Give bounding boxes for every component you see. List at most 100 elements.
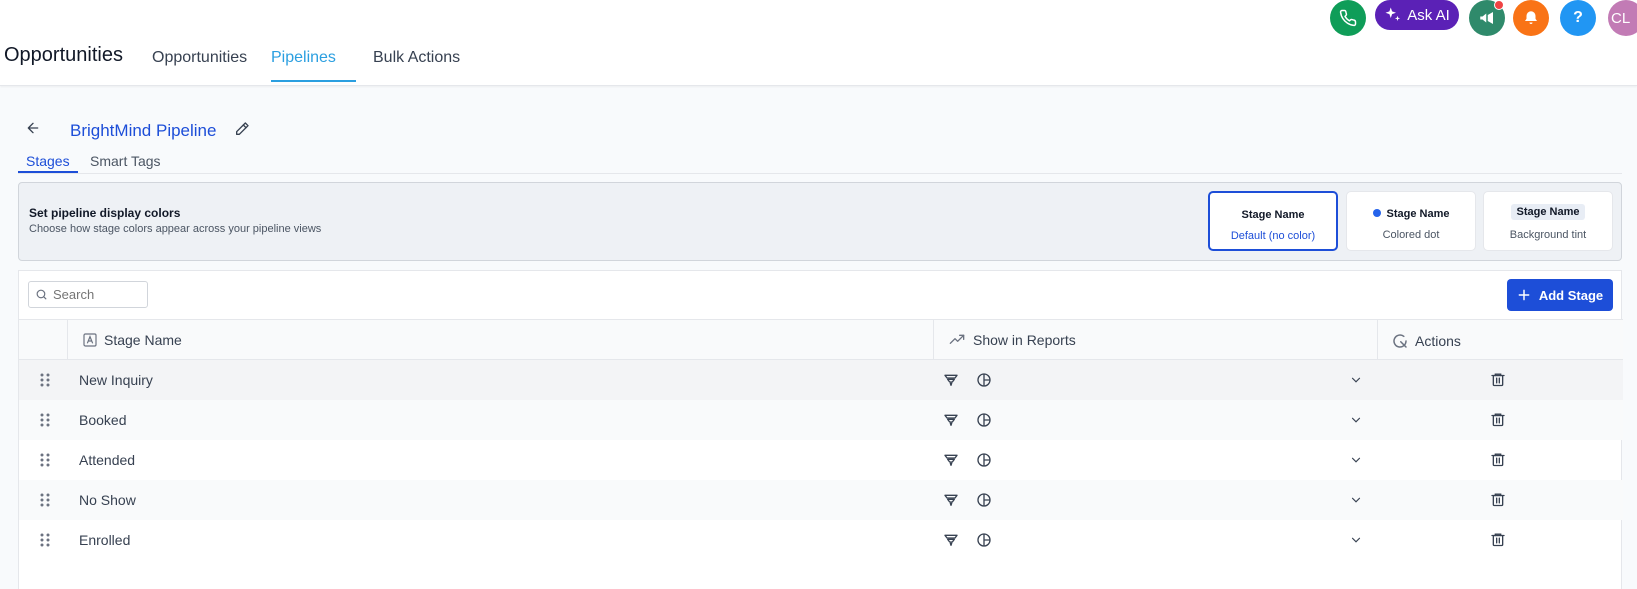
chevron-down-icon[interactable] xyxy=(1349,533,1363,552)
option-stage-name-row: Stage Name xyxy=(1484,204,1612,220)
trash-icon xyxy=(1491,413,1505,427)
funnel-report-icon[interactable] xyxy=(943,452,959,473)
stage-name[interactable]: New Inquiry xyxy=(79,372,153,388)
drag-handle-icon[interactable] xyxy=(40,453,50,472)
add-stage-label: Add Stage xyxy=(1538,287,1604,303)
tab-pipelines[interactable]: Pipelines xyxy=(271,49,336,67)
subtab-smart-tags[interactable]: Smart Tags xyxy=(90,153,161,169)
active-tab-indicator xyxy=(271,80,356,82)
avatar[interactable]: CL xyxy=(1608,0,1637,36)
column-label: Stage Name xyxy=(104,332,182,348)
subtab-divider xyxy=(18,173,1622,174)
megaphone-icon xyxy=(1480,12,1493,24)
delete-stage-button[interactable] xyxy=(1490,491,1506,513)
pie-report-icon[interactable] xyxy=(976,412,992,433)
trash-icon xyxy=(1491,533,1505,547)
column-divider xyxy=(1377,320,1378,361)
delete-stage-button[interactable] xyxy=(1490,451,1506,473)
column-divider xyxy=(933,320,934,361)
table-row: No Show xyxy=(19,480,1623,520)
back-button[interactable] xyxy=(25,120,41,141)
page-title: Opportunities xyxy=(4,44,123,66)
phone-button[interactable] xyxy=(1330,0,1366,36)
chevron-down-icon[interactable] xyxy=(1349,373,1363,392)
stage-name[interactable]: No Show xyxy=(79,492,136,508)
search-input[interactable] xyxy=(53,287,138,302)
delete-stage-button[interactable] xyxy=(1490,411,1506,433)
edit-pipeline-button[interactable] xyxy=(234,121,250,142)
add-stage-button[interactable]: Add Stage xyxy=(1507,279,1613,311)
column-show-in-reports[interactable]: Show in Reports xyxy=(947,332,1076,348)
drag-handle-icon[interactable] xyxy=(40,413,50,432)
chevron-down-icon[interactable] xyxy=(1349,493,1363,512)
trending-up-icon xyxy=(949,334,965,344)
search-icon xyxy=(36,289,47,300)
table-row: Enrolled xyxy=(19,520,1623,560)
help-icon: ? xyxy=(1573,9,1583,26)
pipeline-title: BrightMind Pipeline xyxy=(70,121,217,140)
funnel-report-icon[interactable] xyxy=(943,532,959,553)
option-stage-name: Stage Name xyxy=(1386,208,1450,220)
delete-stage-button[interactable] xyxy=(1490,371,1506,393)
active-subtab-indicator xyxy=(18,171,78,173)
trash-icon xyxy=(1491,373,1505,387)
option-stage-name: Stage Name xyxy=(1510,204,1586,220)
trash-icon xyxy=(1491,453,1505,467)
pie-report-icon[interactable] xyxy=(976,532,992,553)
column-stage-name[interactable]: Stage Name xyxy=(82,332,182,348)
table-row: Booked xyxy=(19,400,1623,440)
color-option-dot[interactable]: Stage Name Colored dot xyxy=(1346,191,1476,251)
chevron-down-icon[interactable] xyxy=(1349,453,1363,472)
table-row: Attended xyxy=(19,440,1623,480)
avatar-initials: CL xyxy=(1611,9,1631,27)
notification-dot xyxy=(1494,0,1504,10)
display-colors-panel: Set pipeline display colors Choose how s… xyxy=(18,182,1622,261)
option-label: Default (no color) xyxy=(1230,230,1316,242)
ask-ai-button[interactable]: Ask AI xyxy=(1375,0,1459,30)
funnel-report-icon[interactable] xyxy=(943,412,959,433)
tab-bulk-actions[interactable]: Bulk Actions xyxy=(373,49,460,67)
option-label: Background tint xyxy=(1509,229,1587,241)
pie-report-icon[interactable] xyxy=(976,492,992,513)
tab-opportunities[interactable]: Opportunities xyxy=(152,49,247,67)
column-label: Show in Reports xyxy=(973,332,1076,348)
pie-report-icon[interactable] xyxy=(976,372,992,393)
sparkle-icon xyxy=(1385,7,1401,21)
text-field-icon xyxy=(83,333,97,347)
table-header: Stage Name Show in Reports Actions xyxy=(19,319,1623,361)
stage-name[interactable]: Booked xyxy=(79,412,126,428)
option-stage-name: Stage Name xyxy=(1241,209,1305,221)
actions-icon xyxy=(1393,334,1407,348)
stage-name[interactable]: Enrolled xyxy=(79,532,130,548)
column-label: Actions xyxy=(1415,333,1461,349)
table-row: New Inquiry xyxy=(19,360,1623,400)
stage-name[interactable]: Attended xyxy=(79,452,135,468)
ask-ai-label: Ask AI xyxy=(1407,6,1450,24)
column-divider xyxy=(67,320,68,361)
option-label: Colored dot xyxy=(1382,229,1440,241)
phone-icon xyxy=(1339,9,1357,27)
color-option-tint[interactable]: Stage Name Background tint xyxy=(1483,191,1613,251)
drag-handle-icon[interactable] xyxy=(40,493,50,512)
search-box[interactable] xyxy=(28,281,148,308)
drag-handle-icon[interactable] xyxy=(40,533,50,552)
display-colors-description: Choose how stage colors appear across yo… xyxy=(29,223,322,235)
funnel-report-icon[interactable] xyxy=(943,492,959,513)
bell-icon xyxy=(1525,11,1537,24)
colored-dot-icon xyxy=(1372,209,1381,217)
delete-stage-button[interactable] xyxy=(1490,531,1506,553)
drag-handle-icon[interactable] xyxy=(40,373,50,392)
subtab-stages[interactable]: Stages xyxy=(26,153,70,169)
column-actions[interactable]: Actions xyxy=(1391,332,1461,350)
display-colors-title: Set pipeline display colors xyxy=(29,206,181,220)
plus-icon xyxy=(1518,289,1530,301)
arrow-left-icon xyxy=(27,122,39,134)
funnel-report-icon[interactable] xyxy=(943,372,959,393)
chevron-down-icon[interactable] xyxy=(1349,413,1363,432)
notifications-button[interactable] xyxy=(1513,0,1549,36)
trash-icon xyxy=(1491,493,1505,507)
color-option-default[interactable]: Stage Name Default (no color) xyxy=(1208,191,1338,251)
top-header: Opportunities Opportunities Pipelines Bu… xyxy=(0,0,1637,86)
help-button[interactable]: ? xyxy=(1560,0,1596,36)
pie-report-icon[interactable] xyxy=(976,452,992,473)
